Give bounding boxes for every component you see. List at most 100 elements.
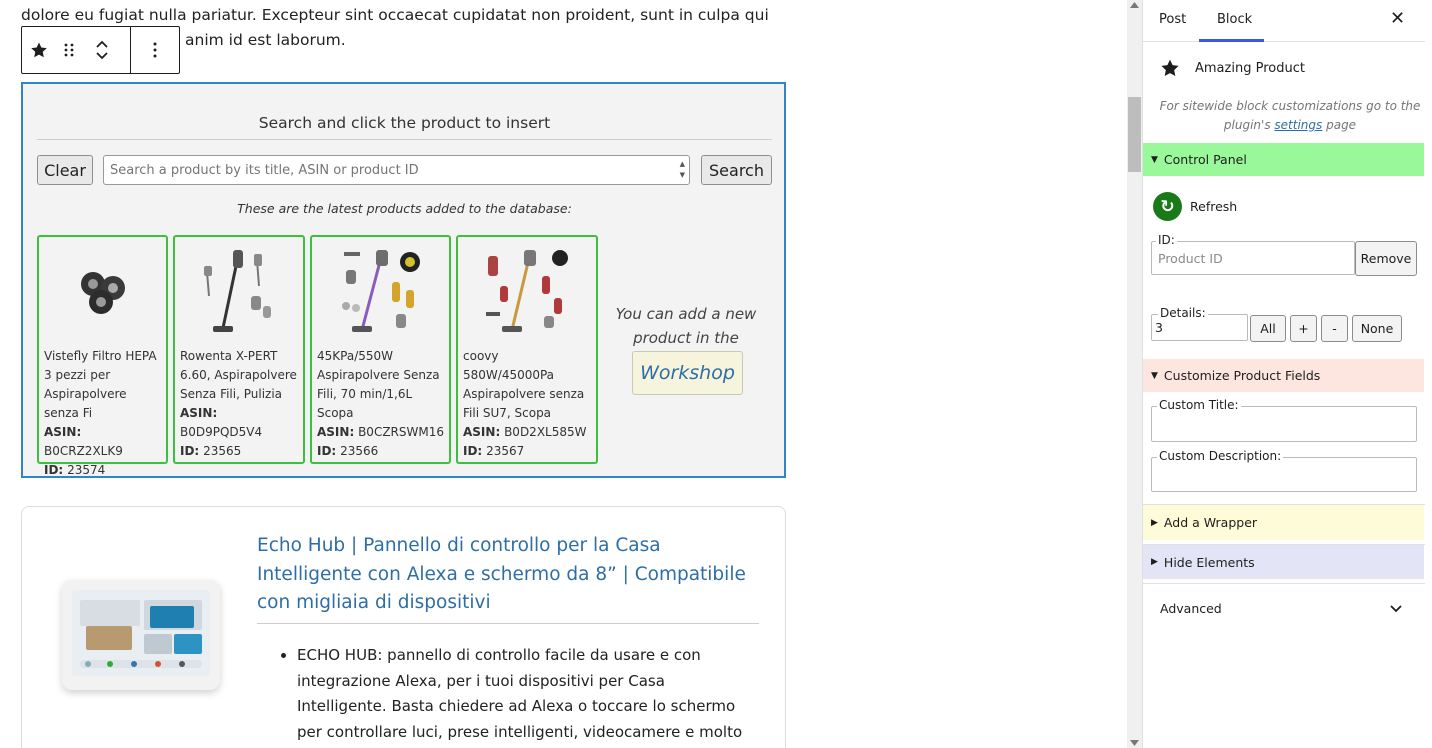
editor-scrollbar[interactable]: [1127, 0, 1142, 748]
echo-hub-image: [62, 580, 220, 690]
asin-label: ASIN:: [44, 425, 82, 439]
stick-vacuum-kit-icon: [312, 237, 449, 347]
scroll-down-icon[interactable]: [1130, 740, 1139, 746]
product-search-input[interactable]: Search a product by its title, ASIN or p…: [103, 155, 690, 185]
product-card[interactable]: Rowenta X-PERT 6.60, Aspirapolvere Senza…: [173, 235, 305, 464]
triangle-right-icon: ▶: [1151, 557, 1158, 567]
panel-label: Customize Product Fields: [1163, 368, 1321, 383]
divider: [37, 139, 772, 140]
product-search-block[interactable]: Search and click the product to insert C…: [21, 82, 786, 478]
id-label: ID:: [1156, 233, 1177, 247]
hide-elements-toggle[interactable]: ▶ Hide Elements: [1143, 545, 1424, 579]
control-panel-toggle[interactable]: ▼ Control Panel: [1143, 143, 1424, 176]
asin-label: ASIN:: [463, 425, 501, 439]
product-asin: B0D2XL585W: [504, 425, 587, 439]
product-title: coovy 580W/45000Pa Aspirapolvere senza F…: [463, 349, 585, 420]
move-up-icon[interactable]: [95, 38, 109, 50]
panel-label: Control Panel: [1163, 152, 1247, 167]
toolbar-group: [22, 27, 131, 73]
star-icon: [1161, 59, 1179, 76]
triangle-right-icon: ▶: [1151, 517, 1158, 528]
details-plus-button[interactable]: +: [1290, 315, 1317, 342]
details-label: Details:: [1158, 306, 1208, 320]
feature-item: ECHO HUB: pannello di controllo facile d…: [297, 643, 759, 748]
editor-canvas: dolore eu fugiat nulla pariatur. Excepte…: [0, 0, 1127, 748]
panel-label: Hide Elements: [1163, 554, 1255, 570]
hepa-filters-icon: [39, 237, 166, 347]
tab-post[interactable]: Post: [1159, 12, 1186, 27]
details-all-button[interactable]: All: [1250, 315, 1286, 342]
star-icon: [31, 42, 47, 58]
block-type-button[interactable]: [22, 41, 56, 59]
product-asin: B0CZRSWM16: [358, 425, 444, 439]
panel-label: Add a Wrapper: [1163, 515, 1258, 530]
block-toolbar: [21, 26, 180, 74]
advanced-toggle[interactable]: Advanced: [1160, 601, 1222, 616]
search-button[interactable]: Search: [701, 155, 772, 185]
scroll-thumb[interactable]: [1128, 97, 1141, 172]
settings-link[interactable]: settings: [1274, 118, 1322, 132]
product-asin: B0CRZ2XLK9: [44, 444, 123, 458]
remove-button[interactable]: Remove: [1355, 241, 1417, 276]
product-title: Vistefly Filtro HEPA 3 pezzi per Aspirap…: [44, 349, 157, 420]
chevron-down-icon[interactable]: [1389, 601, 1403, 615]
more-options-button[interactable]: [131, 27, 179, 73]
workshop-button[interactable]: Workshop: [632, 351, 743, 395]
stick-vacuum-kit-icon: [458, 237, 596, 347]
active-tab-indicator: [1199, 39, 1264, 42]
paragraph-line-1: dolore eu fugiat nulla pariatur. Excepte…: [21, 6, 769, 24]
product-id: 23565: [203, 444, 242, 458]
spinner-arrows-icon[interactable]: ▲ ▼: [680, 159, 685, 181]
refresh-icon[interactable]: ↻: [1153, 192, 1182, 221]
id-label: ID:: [317, 444, 337, 458]
triangle-down-icon: ▼: [1151, 370, 1158, 381]
sidebar-tabs: Post Block ✕: [1143, 0, 1425, 42]
close-icon[interactable]: ✕: [1390, 8, 1405, 29]
product-title: Rowenta X-PERT 6.60, Aspirapolvere Senza…: [180, 349, 297, 401]
product-card[interactable]: coovy 580W/45000Pa Aspirapolvere senza F…: [456, 235, 598, 464]
block-name: Amazing Product: [1195, 60, 1305, 76]
product-card[interactable]: Vistefly Filtro HEPA 3 pezzi per Aspirap…: [37, 235, 168, 477]
search-placeholder: Search a product by its title, ASIN or p…: [110, 162, 419, 178]
custom-title-label: Custom Title:: [1157, 398, 1241, 412]
id-label: ID:: [180, 444, 200, 458]
settings-sidebar: Post Block ✕ Amazing Product For sitewid…: [1142, 0, 1432, 748]
product-card[interactable]: 45KPa/550W Aspirapolvere Senza Fili, 70 …: [310, 235, 451, 464]
move-controls: [82, 38, 122, 62]
product-id-placeholder: Product ID: [1158, 251, 1223, 266]
refresh-label[interactable]: Refresh: [1190, 199, 1237, 214]
tab-block[interactable]: Block: [1217, 12, 1252, 27]
product-id-field[interactable]: Product ID: [1151, 241, 1355, 275]
details-minus-button[interactable]: -: [1321, 315, 1348, 342]
search-block-title: Search and click the product to insert: [258, 114, 551, 132]
asin-label: ASIN:: [317, 425, 355, 439]
divider: [257, 623, 759, 624]
add-wrapper-toggle[interactable]: ▶ Add a Wrapper: [1143, 505, 1424, 540]
block-card: Amazing Product: [1160, 58, 1305, 78]
customize-fields-toggle[interactable]: ▼ Customize Product Fields: [1143, 359, 1424, 392]
product-id: 23566: [340, 444, 379, 458]
clear-button[interactable]: Clear: [37, 155, 93, 185]
product-link-title[interactable]: Echo Hub | Pannello di controllo per la …: [257, 532, 762, 618]
latest-products-note: These are the latest products added to t…: [237, 201, 572, 216]
scroll-up-icon[interactable]: [1130, 2, 1139, 8]
product-preview-block[interactable]: Echo Hub | Pannello di controllo per la …: [21, 506, 786, 748]
add-product-note: You can add a new product in the: [615, 305, 757, 347]
move-down-icon[interactable]: [95, 50, 109, 62]
asin-label: ASIN:: [180, 406, 218, 420]
product-asin: B0D9PQD5V4: [180, 425, 263, 439]
id-label: ID:: [44, 463, 64, 477]
drag-icon: [64, 43, 74, 57]
details-none-button[interactable]: None: [1352, 315, 1402, 342]
divider: [1143, 583, 1425, 584]
feature-list: ECHO HUB: pannello di controllo facile d…: [279, 643, 759, 748]
custom-description-label: Custom Description:: [1157, 449, 1284, 463]
product-id: 23574: [67, 463, 106, 477]
more-vertical-icon: [153, 42, 157, 58]
details-value: 3: [1155, 320, 1163, 335]
product-title: 45KPa/550W Aspirapolvere Senza Fili, 70 …: [317, 349, 440, 420]
drag-handle[interactable]: [56, 42, 82, 58]
stick-vacuum-icon: [175, 237, 303, 347]
id-label: ID:: [463, 444, 483, 458]
info-suffix: page: [1326, 118, 1357, 132]
